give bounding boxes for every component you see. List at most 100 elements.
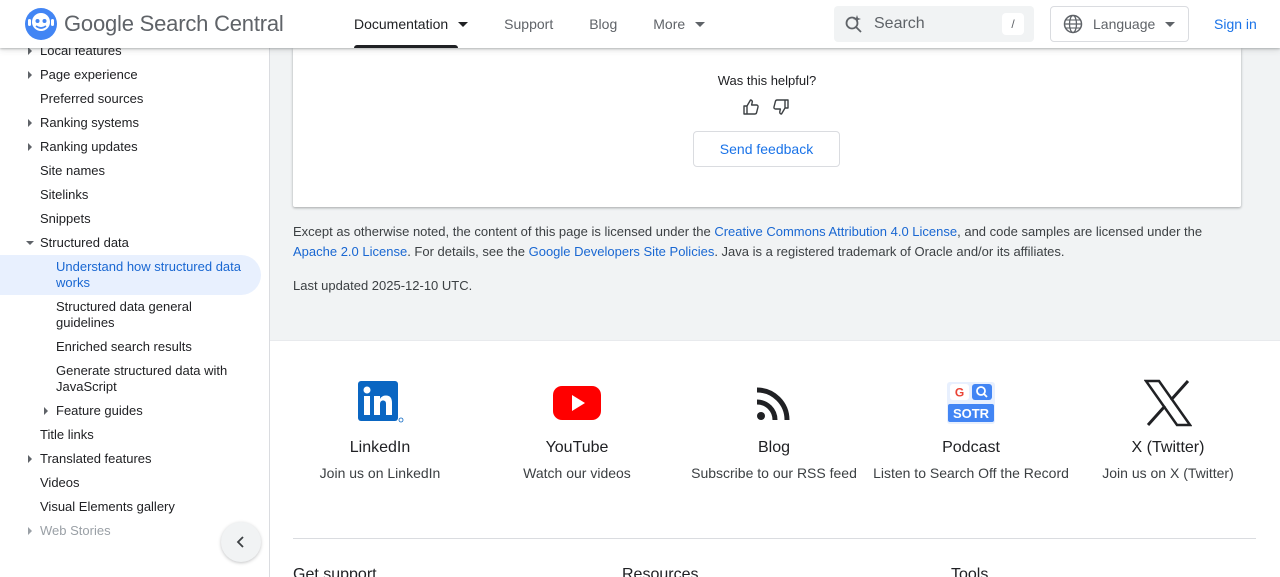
- sidebar-item-videos[interactable]: Videos: [40, 475, 269, 491]
- sidebar-item-label: Enriched search results: [56, 339, 192, 354]
- sidebar-item-label: Web Stories: [40, 523, 111, 538]
- nav-support-label: Support: [504, 16, 554, 32]
- sidebar-item-ranking-updates[interactable]: Ranking updates: [28, 139, 269, 155]
- social-youtube[interactable]: YouTube Watch our videos: [477, 377, 677, 483]
- sidebar-item-local-features[interactable]: Local features: [28, 48, 269, 59]
- linkedin-icon: [358, 381, 404, 423]
- sidebar-item-label: Sitelinks: [40, 187, 89, 202]
- sidebar-item-visual-elements-gallery[interactable]: Visual Elements gallery: [40, 499, 269, 515]
- search-spark-icon: [845, 15, 862, 33]
- social-podcast[interactable]: G SOTR Podcast Listen to Search Off the …: [871, 377, 1071, 483]
- social-name: Podcast: [942, 439, 1000, 456]
- sidebar-item-structured-data-guidelines[interactable]: Structured data general guidelines: [56, 299, 246, 331]
- chevron-right-icon: [28, 119, 32, 127]
- nav-more[interactable]: More: [635, 0, 723, 48]
- language-label: Language: [1093, 16, 1156, 32]
- sidebar-item-structured-data[interactable]: Structured data: [26, 235, 269, 251]
- social-name: LinkedIn: [349, 439, 411, 456]
- sidebar-item-label: Understand how structured data works: [56, 259, 241, 290]
- main-content: Was this helpful? Send feedback Except a…: [270, 48, 1280, 340]
- youtube-icon: [553, 386, 601, 420]
- search-input[interactable]: [874, 15, 994, 33]
- sidebar-item-label: Visual Elements gallery: [40, 499, 175, 514]
- sidebar-item-understand-structured-data[interactable]: Understand how structured data works: [0, 255, 261, 295]
- sidebar-item-snippets[interactable]: Snippets: [40, 211, 269, 227]
- social-desc: Watch our videos: [523, 465, 631, 481]
- chevron-down-icon: [695, 21, 706, 27]
- collapse-sidebar-button[interactable]: [221, 522, 261, 562]
- footer-heading-tools: Tools: [951, 566, 989, 577]
- chevron-right-icon: [44, 407, 48, 415]
- page-footer: LinkedIn Join us on LinkedIn YouTube Wat…: [270, 340, 1280, 577]
- license-text: . Java is a registered trademark of Orac…: [714, 244, 1065, 259]
- sidebar-item-preferred-sources[interactable]: Preferred sources: [40, 91, 269, 107]
- social-desc: Listen to Search Off the Record: [873, 465, 1069, 481]
- search-box[interactable]: /: [834, 6, 1034, 42]
- sidebar-item-label: Videos: [40, 475, 80, 490]
- x-icon: [1144, 379, 1192, 427]
- nav-documentation[interactable]: Documentation: [336, 0, 486, 48]
- apache-license-link[interactable]: Apache 2.0 License: [293, 244, 407, 259]
- language-selector[interactable]: Language: [1050, 6, 1189, 42]
- nav-more-label: More: [653, 16, 686, 32]
- license-text: , and code samples are licensed under th…: [957, 224, 1203, 239]
- sidebar-item-label: Page experience: [40, 67, 138, 82]
- globe-icon: [1063, 14, 1083, 34]
- feedback-card: Was this helpful? Send feedback: [293, 48, 1241, 207]
- helpful-question: Was this helpful?: [717, 73, 817, 88]
- logo-text: Google Search Central: [64, 11, 284, 36]
- chevron-down-icon: [26, 241, 34, 245]
- svg-text:SOTR: SOTR: [953, 406, 990, 421]
- social-linkedin[interactable]: LinkedIn Join us on LinkedIn: [280, 377, 480, 483]
- left-sidebar: Local features Page experience Preferred…: [0, 48, 270, 577]
- send-feedback-button[interactable]: Send feedback: [693, 131, 840, 167]
- social-name: X (Twitter): [1131, 439, 1205, 456]
- social-x-twitter[interactable]: X (Twitter) Join us on X (Twitter): [1068, 377, 1268, 483]
- sign-in-link[interactable]: Sign in: [1200, 0, 1271, 48]
- sotr-icon: G SOTR: [947, 382, 995, 424]
- nav-blog-label: Blog: [589, 16, 618, 32]
- sidebar-item-label: Local features: [40, 48, 122, 58]
- sidebar-item-label: Structured data general guidelines: [56, 299, 192, 330]
- sidebar-item-label: Site names: [40, 163, 106, 178]
- helpful-rating: [742, 98, 790, 116]
- sidebar-item-label: Ranking systems: [40, 115, 139, 130]
- sidebar-item-sitelinks[interactable]: Sitelinks: [40, 187, 269, 203]
- chevron-down-icon: [458, 21, 469, 27]
- social-blog[interactable]: Blog Subscribe to our RSS feed: [674, 377, 874, 483]
- sidebar-item-title-links[interactable]: Title links: [40, 427, 269, 443]
- nav-documentation-label: Documentation: [354, 16, 449, 32]
- cc-license-link[interactable]: Creative Commons Attribution 4.0 License: [714, 224, 957, 239]
- sidebar-item-label: Snippets: [40, 211, 91, 226]
- sidebar-item-translated-features[interactable]: Translated features: [28, 451, 269, 467]
- thumbs-down-icon[interactable]: [772, 98, 790, 116]
- sidebar-item-enriched-search-results[interactable]: Enriched search results: [56, 339, 246, 355]
- footer-heading-resources: Resources: [622, 566, 699, 577]
- license-text: . For details, see the: [407, 244, 529, 259]
- chevron-right-icon: [28, 527, 32, 535]
- rss-icon: [756, 387, 790, 421]
- social-desc: Join us on LinkedIn: [319, 465, 441, 481]
- search-central-logo-icon: [25, 8, 57, 40]
- thumbs-up-icon[interactable]: [742, 98, 760, 116]
- nav-blog[interactable]: Blog: [571, 0, 635, 48]
- sidebar-item-feature-guides[interactable]: Feature guides: [44, 403, 246, 419]
- sidebar-item-label: Translated features: [40, 451, 152, 466]
- footer-divider: [293, 538, 1256, 539]
- sidebar-item-site-names[interactable]: Site names: [40, 163, 269, 179]
- site-logo[interactable]: Google Search Central: [24, 6, 284, 42]
- social-desc: Subscribe to our RSS feed: [691, 465, 857, 481]
- sidebar-item-label: Ranking updates: [40, 139, 138, 154]
- sidebar-item-generate-structured-data-js[interactable]: Generate structured data with JavaScript: [56, 363, 246, 395]
- sidebar-item-label: Feature guides: [56, 403, 143, 418]
- site-policies-link[interactable]: Google Developers Site Policies: [529, 244, 715, 259]
- sidebar-item-page-experience[interactable]: Page experience: [28, 67, 269, 83]
- last-updated: Last updated 2025-12-10 UTC.: [293, 278, 473, 293]
- sidebar-item-label: Title links: [40, 427, 94, 442]
- sidebar-item-label: Structured data: [40, 235, 129, 250]
- search-shortcut-hint: /: [1002, 13, 1024, 35]
- footer-heading-get-support: Get support: [293, 566, 377, 577]
- nav-support[interactable]: Support: [486, 0, 571, 48]
- chevron-right-icon: [28, 143, 32, 151]
- sidebar-item-ranking-systems[interactable]: Ranking systems: [28, 115, 269, 131]
